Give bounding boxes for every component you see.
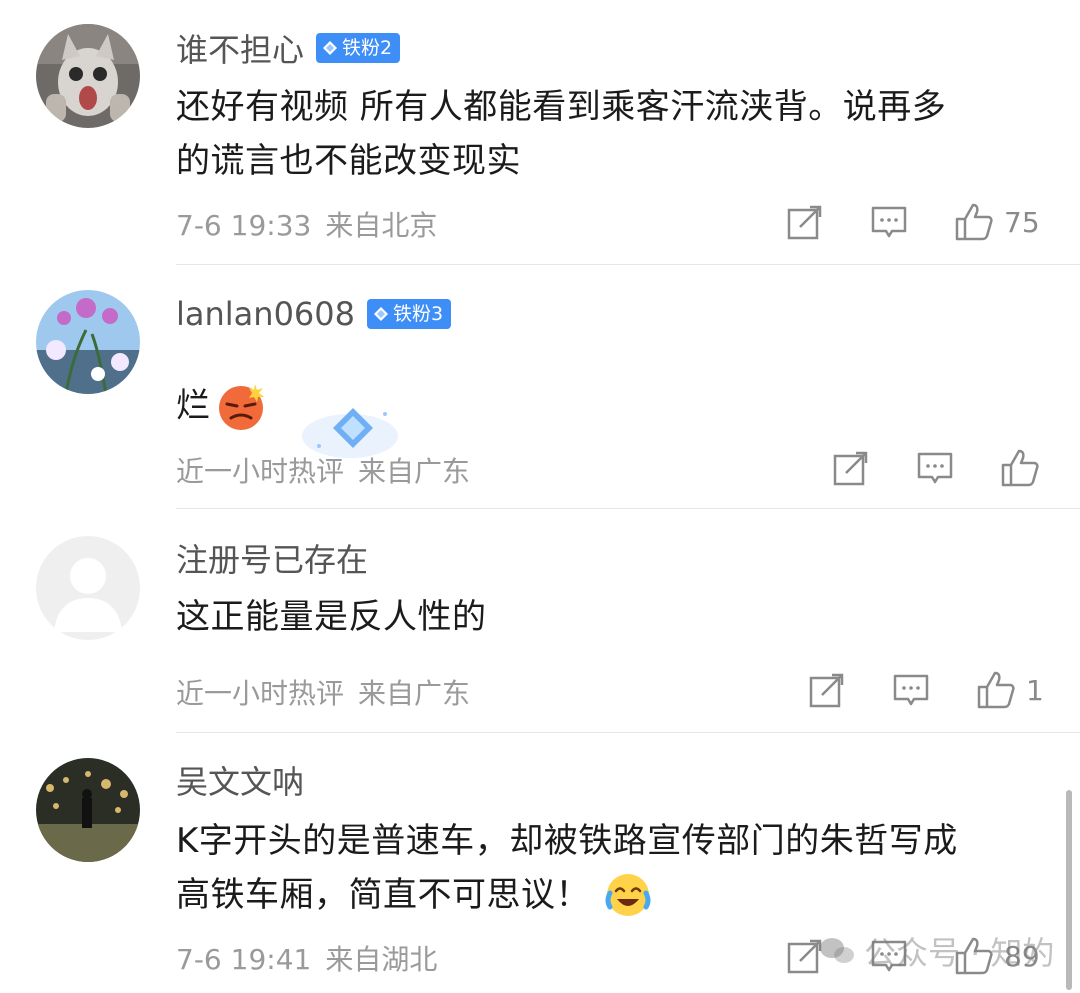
share-icon <box>787 205 822 240</box>
watermark: 公众号 · 知妁 <box>818 928 1055 974</box>
comment-meta: 近一小时热评 来自广东 <box>176 450 470 490</box>
like-button[interactable] <box>1000 448 1040 488</box>
fan-badge: 铁粉3 <box>367 299 452 329</box>
username[interactable]: 注册号已存在 <box>176 535 368 581</box>
comment-time: 7-6 19:33 <box>176 209 312 242</box>
divider <box>176 508 1080 509</box>
comment-time: 近一小时热评 <box>176 677 345 710</box>
avatar[interactable] <box>36 290 140 394</box>
comment-icon <box>917 452 953 484</box>
share-button[interactable] <box>786 202 824 242</box>
angry-emoji <box>218 384 264 430</box>
comment-time: 近一小时热评 <box>176 455 345 488</box>
reply-button[interactable] <box>916 448 954 488</box>
comment-location: 来自北京 <box>325 209 438 242</box>
like-button[interactable]: 75 <box>954 202 1040 242</box>
fan-badge: 铁粉2 <box>316 33 401 63</box>
avatar[interactable] <box>36 758 140 862</box>
share-button[interactable] <box>808 670 846 710</box>
share-button[interactable] <box>832 448 870 488</box>
username[interactable]: 吴文文呐 <box>176 757 304 803</box>
comment-location: 来自湖北 <box>325 943 438 976</box>
like-icon <box>955 203 993 241</box>
comment-text: 还好有视频 所有人都能看到乘客汗流浃背。说再多 的谎言也不能改变现实 <box>176 87 947 181</box>
username-text[interactable]: 吴文文呐 <box>176 757 304 803</box>
divider <box>176 264 1080 265</box>
like-count: 75 <box>1004 205 1040 239</box>
username[interactable]: 谁不担心 铁粉2 <box>176 25 401 71</box>
share-icon <box>833 451 868 486</box>
diamond-icon <box>323 41 338 55</box>
scrollbar[interactable] <box>1066 790 1072 990</box>
share-icon <box>809 673 844 708</box>
comment-meta: 7-6 19:41 来自湖北 <box>176 938 437 978</box>
comment-meta: 7-6 19:33 来自北京 <box>176 204 437 244</box>
like-icon <box>977 671 1015 709</box>
divider <box>176 732 1080 733</box>
diamond-icon <box>374 307 388 321</box>
comment-location: 来自广东 <box>358 677 471 710</box>
laugh-cry-emoji <box>605 874 651 916</box>
reply-button[interactable] <box>892 670 930 710</box>
username-text[interactable]: 谁不担心 <box>176 25 304 71</box>
like-count: 1 <box>1026 673 1044 707</box>
reply-button[interactable] <box>870 202 908 242</box>
comment-text: 烂 <box>176 346 1036 466</box>
avatar[interactable] <box>36 24 140 128</box>
username-text[interactable]: 注册号已存在 <box>176 535 368 581</box>
username-text[interactable]: lanlan0608 <box>176 295 355 333</box>
like-button[interactable]: 1 <box>976 670 1044 710</box>
comment-location: 来自广东 <box>358 455 471 488</box>
comment-meta: 近一小时热评 来自广东 <box>176 672 470 712</box>
comment-text: K字开头的是普速车，却被铁路宣传部门的朱哲写成 高铁车厢，简直不可思议！ <box>176 814 1036 922</box>
like-icon <box>1001 449 1039 487</box>
username[interactable]: lanlan0608 铁粉3 <box>176 294 452 334</box>
wechat-icon <box>820 938 854 963</box>
comment-time: 7-6 19:41 <box>176 943 312 976</box>
comment-icon <box>871 206 907 238</box>
comment-text: 这正能量是反人性的 <box>176 597 487 637</box>
comment-icon <box>893 674 929 706</box>
avatar[interactable] <box>36 536 140 640</box>
